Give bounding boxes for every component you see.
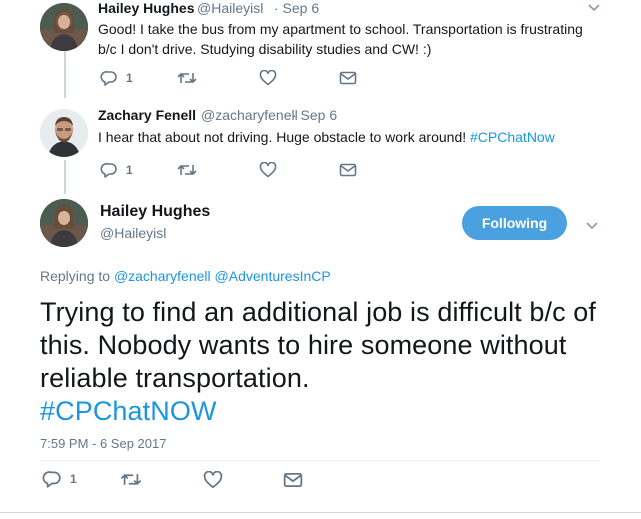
- retweet-icon: [120, 472, 142, 487]
- direct-message-icon: [339, 71, 357, 85]
- retweet-button[interactable]: [177, 71, 197, 85]
- direct-message-button[interactable]: [339, 71, 357, 85]
- avatar-image: [40, 109, 88, 157]
- tweet-time[interactable]: · Sep 6: [274, 0, 319, 16]
- chevron-down-icon[interactable]: [587, 0, 601, 18]
- direct-message-button[interactable]: [283, 472, 303, 488]
- handle[interactable]: @zacharyfenell: [201, 107, 298, 123]
- like-button[interactable]: [203, 471, 223, 489]
- handle[interactable]: @Haileyisl: [197, 0, 263, 16]
- like-icon: [259, 70, 277, 86]
- avatar-image: [40, 199, 88, 247]
- following-button[interactable]: Following: [462, 206, 567, 240]
- reply-icon: [100, 70, 118, 86]
- like-button[interactable]: [259, 70, 277, 86]
- tweet-text: Good! I take the bus from my apartment t…: [98, 21, 583, 57]
- reply-button[interactable]: 1: [100, 162, 133, 178]
- display-name[interactable]: Hailey Hughes: [98, 0, 194, 16]
- retweet-button[interactable]: [177, 163, 197, 177]
- retweet-icon: [177, 163, 197, 177]
- replying-to: Replying to @zacharyfenell @AdventuresIn…: [40, 268, 331, 284]
- direct-message-icon: [339, 163, 357, 177]
- chevron-down-icon[interactable]: [585, 218, 599, 236]
- display-name[interactable]: Hailey Hughes: [100, 203, 210, 221]
- reply-button[interactable]: 1: [42, 470, 77, 488]
- display-name[interactable]: Zachary Fenell: [98, 107, 196, 123]
- reply-count: 1: [126, 71, 133, 85]
- thread-line-2: [64, 160, 66, 194]
- like-icon: [259, 162, 277, 178]
- avatar-image: [40, 3, 88, 51]
- avatar[interactable]: [40, 199, 88, 247]
- replying-to-label: Replying to: [40, 268, 111, 284]
- like-button[interactable]: [259, 162, 277, 178]
- hashtag-link[interactable]: #CPChatNow: [470, 129, 555, 145]
- bottom-divider: [0, 512, 641, 513]
- tweet-timestamp[interactable]: 7:59 PM - 6 Sep 2017: [40, 436, 166, 451]
- retweet-button[interactable]: [120, 472, 142, 487]
- divider: [40, 460, 600, 461]
- thread-line-1: [64, 48, 66, 98]
- tweet-text-body: I hear that about not driving. Huge obst…: [98, 129, 467, 145]
- tweet-text: I hear that about not driving. Huge obst…: [98, 127, 598, 147]
- hashtag-link[interactable]: #CPChatNOW: [40, 396, 217, 426]
- tweet-text: Trying to find an additional job is diff…: [40, 296, 600, 428]
- reply-icon: [100, 162, 118, 178]
- avatar[interactable]: [40, 3, 88, 51]
- direct-message-icon: [283, 472, 303, 488]
- reply-icon: [42, 470, 62, 488]
- tweet-text-body: Trying to find an additional job is diff…: [40, 297, 597, 393]
- reply-count: 1: [126, 163, 133, 177]
- direct-message-button[interactable]: [339, 163, 357, 177]
- reply-button[interactable]: 1: [100, 70, 133, 86]
- reply-count: 1: [70, 472, 77, 486]
- mention-link[interactable]: @AdventuresInCP: [215, 268, 331, 284]
- mention-link[interactable]: @zacharyfenell: [114, 268, 211, 284]
- like-icon: [203, 471, 223, 489]
- tweet-time[interactable]: · Sep 6: [292, 107, 337, 123]
- avatar[interactable]: [40, 109, 88, 157]
- retweet-icon: [177, 71, 197, 85]
- handle[interactable]: @Haileyisl: [100, 225, 166, 241]
